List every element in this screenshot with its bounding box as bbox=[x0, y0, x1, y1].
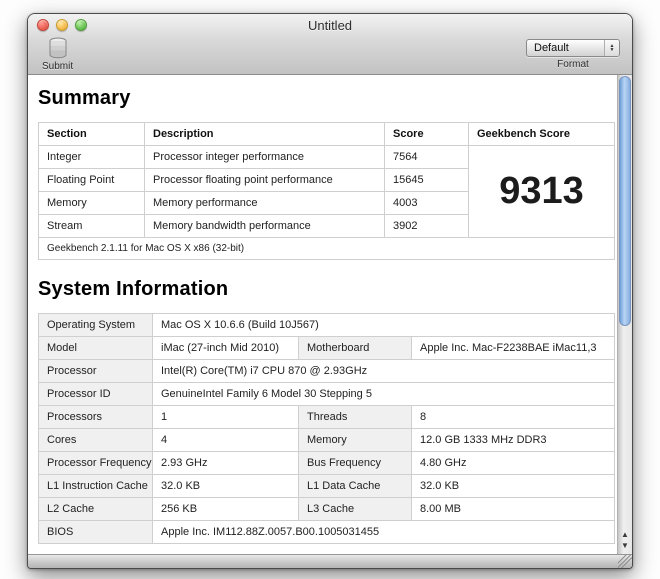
titlebar[interactable]: Untitled bbox=[28, 14, 632, 36]
summary-section: Integer bbox=[39, 146, 145, 169]
sysinfo-label: L2 Cache bbox=[39, 498, 153, 521]
traffic-lights bbox=[37, 19, 87, 31]
zoom-button[interactable] bbox=[75, 19, 87, 31]
summary-score: 15645 bbox=[385, 169, 469, 192]
scrollbar-arrows: ▲ ▼ bbox=[618, 526, 632, 554]
sysinfo-value: 8 bbox=[412, 406, 615, 429]
sysinfo-label: Processors bbox=[39, 406, 153, 429]
sysinfo-label: Bus Frequency bbox=[299, 452, 412, 475]
window-chrome: Untitled Submit Default ▲▼ Format bbox=[28, 14, 632, 75]
sysinfo-label: L1 Data Cache bbox=[299, 475, 412, 498]
summary-row: Integer Processor integer performance 75… bbox=[39, 146, 615, 169]
sysinfo-label: L3 Cache bbox=[299, 498, 412, 521]
toolbar: Submit Default ▲▼ Format bbox=[28, 36, 632, 74]
sysinfo-row: Cores 4 Memory 12.0 GB 1333 MHz DDR3 bbox=[39, 429, 615, 452]
summary-header-row: Section Description Score Geekbench Scor… bbox=[39, 123, 615, 146]
sysinfo-value: 4.80 GHz bbox=[412, 452, 615, 475]
sysinfo-value: 32.0 KB bbox=[153, 475, 299, 498]
vertical-scrollbar[interactable]: ▲ ▼ bbox=[617, 75, 632, 554]
sysinfo-label: Motherboard bbox=[299, 337, 412, 360]
close-button[interactable] bbox=[37, 19, 49, 31]
summary-table: Section Description Score Geekbench Scor… bbox=[38, 122, 615, 260]
sysinfo-value: Mac OS X 10.6.6 (Build 10J567) bbox=[153, 314, 615, 337]
scrollbar-thumb[interactable] bbox=[619, 76, 631, 326]
sysinfo-row: Processor Frequency 2.93 GHz Bus Frequen… bbox=[39, 452, 615, 475]
sysinfo-row: Processor ID GenuineIntel Family 6 Model… bbox=[39, 383, 615, 406]
database-icon bbox=[46, 36, 70, 60]
format-label: Format bbox=[557, 59, 589, 70]
system-information-heading: System Information bbox=[38, 278, 607, 301]
sysinfo-row: L1 Instruction Cache 32.0 KB L1 Data Cac… bbox=[39, 475, 615, 498]
sysinfo-label: Processor ID bbox=[39, 383, 153, 406]
sysinfo-value: Intel(R) Core(TM) i7 CPU 870 @ 2.93GHz bbox=[153, 360, 615, 383]
sysinfo-label: Operating System bbox=[39, 314, 153, 337]
sysinfo-value: 12.0 GB 1333 MHz DDR3 bbox=[412, 429, 615, 452]
sysinfo-value: 256 KB bbox=[153, 498, 299, 521]
summary-score: 3902 bbox=[385, 215, 469, 238]
sysinfo-value: 4 bbox=[153, 429, 299, 452]
document-body: Summary Section Description Score Geekbe… bbox=[28, 75, 632, 554]
submit-label: Submit bbox=[42, 61, 73, 72]
sysinfo-row: Processors 1 Threads 8 bbox=[39, 406, 615, 429]
sysinfo-row: Model iMac (27-inch Mid 2010) Motherboar… bbox=[39, 337, 615, 360]
sysinfo-value: 2.93 GHz bbox=[153, 452, 299, 475]
format-dropdown-value: Default bbox=[534, 42, 569, 54]
summary-score: 4003 bbox=[385, 192, 469, 215]
sysinfo-label: Model bbox=[39, 337, 153, 360]
sysinfo-value: GenuineIntel Family 6 Model 30 Stepping … bbox=[153, 383, 615, 406]
window-bottom-bar bbox=[28, 554, 632, 568]
sysinfo-value: Apple Inc. Mac-F2238BAE iMac11,3 bbox=[412, 337, 615, 360]
sysinfo-row: Operating System Mac OS X 10.6.6 (Build … bbox=[39, 314, 615, 337]
summary-col-score: Score bbox=[385, 123, 469, 146]
summary-score: 7564 bbox=[385, 146, 469, 169]
summary-col-description: Description bbox=[145, 123, 385, 146]
summary-description: Processor integer performance bbox=[145, 146, 385, 169]
summary-description: Processor floating point performance bbox=[145, 169, 385, 192]
sysinfo-row: BIOS Apple Inc. IM112.88Z.0057.B00.10050… bbox=[39, 521, 615, 544]
scroll-down-button[interactable]: ▼ bbox=[621, 542, 629, 550]
sysinfo-value: 1 bbox=[153, 406, 299, 429]
summary-section: Memory bbox=[39, 192, 145, 215]
geekbench-version-text: Geekbench 2.1.11 for Mac OS X x86 (32-bi… bbox=[39, 238, 615, 260]
sysinfo-value: 32.0 KB bbox=[412, 475, 615, 498]
window-title: Untitled bbox=[28, 18, 632, 33]
geekbench-window: Untitled Submit Default ▲▼ Format bbox=[27, 13, 633, 569]
sysinfo-label: Processor Frequency bbox=[39, 452, 153, 475]
sysinfo-value: Apple Inc. IM112.88Z.0057.B00.1005031455 bbox=[153, 521, 615, 544]
scroll-up-button[interactable]: ▲ bbox=[621, 531, 629, 539]
sysinfo-value: iMac (27-inch Mid 2010) bbox=[153, 337, 299, 360]
sysinfo-label: Processor bbox=[39, 360, 153, 383]
sysinfo-value: 8.00 MB bbox=[412, 498, 615, 521]
sysinfo-label: BIOS bbox=[39, 521, 153, 544]
geekbench-score-value: 9313 bbox=[469, 146, 615, 238]
submit-button[interactable]: Submit bbox=[42, 36, 73, 72]
sysinfo-label: L1 Instruction Cache bbox=[39, 475, 153, 498]
summary-section: Stream bbox=[39, 215, 145, 238]
dropdown-arrows-icon: ▲▼ bbox=[604, 40, 619, 56]
format-dropdown[interactable]: Default ▲▼ bbox=[526, 39, 620, 57]
minimize-button[interactable] bbox=[56, 19, 68, 31]
summary-description: Memory performance bbox=[145, 192, 385, 215]
summary-description: Memory bandwidth performance bbox=[145, 215, 385, 238]
sysinfo-row: L2 Cache 256 KB L3 Cache 8.00 MB bbox=[39, 498, 615, 521]
summary-col-section: Section bbox=[39, 123, 145, 146]
system-information-table: Operating System Mac OS X 10.6.6 (Build … bbox=[38, 313, 615, 544]
sysinfo-label: Memory bbox=[299, 429, 412, 452]
sysinfo-row: Processor Intel(R) Core(TM) i7 CPU 870 @… bbox=[39, 360, 615, 383]
summary-footer-row: Geekbench 2.1.11 for Mac OS X x86 (32-bi… bbox=[39, 238, 615, 260]
content-area: Summary Section Description Score Geekbe… bbox=[28, 75, 617, 554]
sysinfo-label: Cores bbox=[39, 429, 153, 452]
sysinfo-label: Threads bbox=[299, 406, 412, 429]
summary-section: Floating Point bbox=[39, 169, 145, 192]
summary-col-geekbench-score: Geekbench Score bbox=[469, 123, 615, 146]
format-group: Default ▲▼ Format bbox=[526, 39, 620, 70]
resize-grip[interactable] bbox=[618, 554, 632, 568]
summary-heading: Summary bbox=[38, 87, 607, 110]
